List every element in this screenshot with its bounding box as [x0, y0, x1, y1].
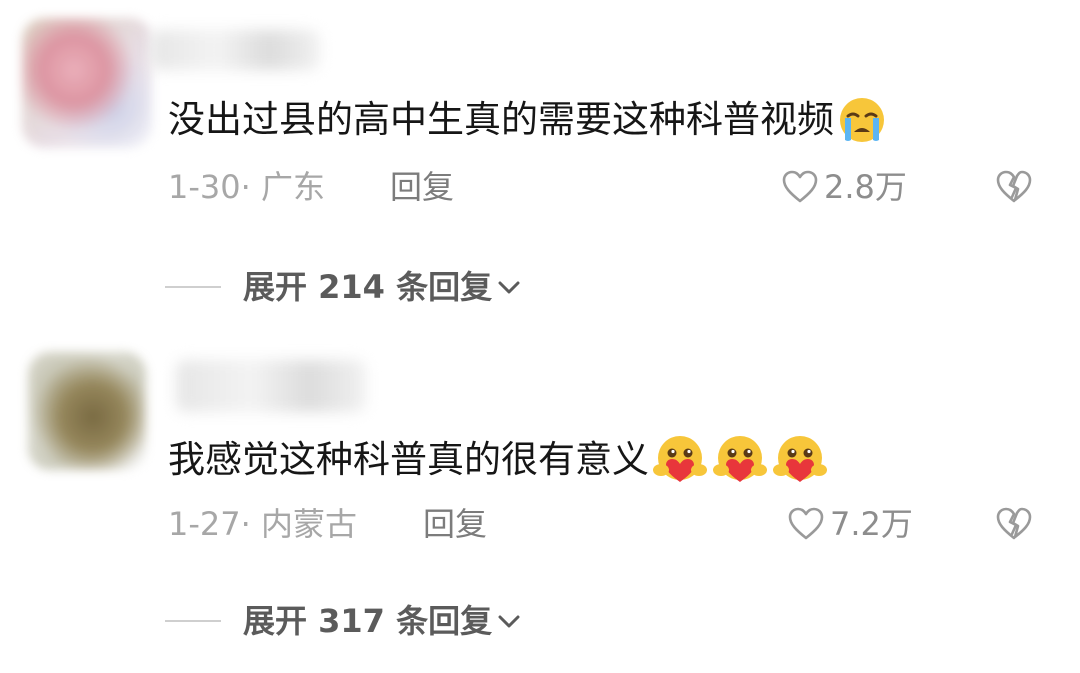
comment-date: 1-27	[168, 505, 241, 543]
comment-2: 我感觉这种科普真的很有意义 1-27· 内蒙古 回复 7.2万 展开 317 条…	[0, 0, 1080, 673]
expand-replies-button[interactable]: 展开 317 条回复	[165, 599, 522, 643]
hugging-heart-icon	[711, 434, 769, 486]
comment-location: 内蒙古	[260, 505, 357, 543]
comment-date-location: 1-27· 内蒙古	[168, 502, 357, 546]
hugging-heart-icon	[771, 434, 829, 486]
broken-heart-icon[interactable]	[994, 504, 1034, 544]
hugging-heart-icon	[651, 434, 709, 486]
like-button[interactable]: 7.2万	[786, 502, 913, 546]
chevron-down-icon	[498, 615, 520, 628]
heart-outline-icon	[788, 507, 824, 540]
comment-meta: 1-27· 内蒙古 回复 7.2万	[168, 502, 1040, 546]
comment-text: 我感觉这种科普真的很有意义	[168, 434, 829, 486]
like-count: 7.2万	[830, 505, 913, 543]
expand-divider	[165, 620, 221, 622]
comment-text-content: 我感觉这种科普真的很有意义	[168, 438, 649, 481]
meta-separator: ·	[240, 505, 251, 543]
avatar[interactable]	[28, 352, 146, 470]
username[interactable]	[176, 360, 366, 412]
expand-replies-label: 展开 317 条回复	[243, 602, 493, 640]
reply-button[interactable]: 回复	[423, 502, 487, 546]
